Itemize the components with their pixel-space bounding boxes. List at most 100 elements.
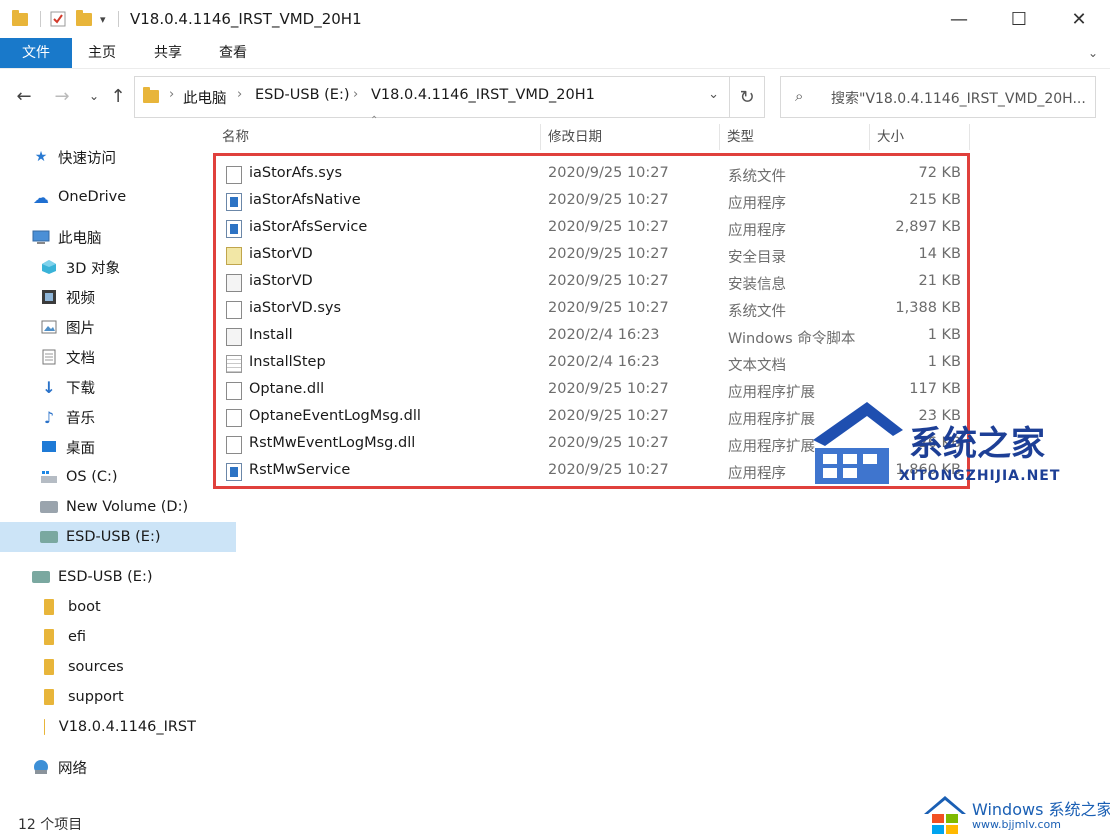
sidebar-item-this-pc[interactable]: 此电脑 [0,222,228,252]
watermark-subtitle: XITONGZHIJIA.NET [899,468,1061,484]
sidebar-item-efi[interactable]: efi [0,622,240,652]
breadcrumb-separator[interactable]: › [353,87,358,102]
tab-share[interactable]: 共享 [142,38,194,68]
forward-button[interactable]: → [50,84,74,108]
sidebar-item-label: 音乐 [66,410,95,427]
refresh-button[interactable]: ↻ [730,76,765,118]
corner-url: www.bjjmlv.com [972,818,1061,831]
sidebar-item-downloads[interactable]: ↓ 下载 [0,372,236,402]
sidebar-item-documents[interactable]: 文档 [0,342,236,372]
sidebar-item-label: ESD-USB (E:) [66,529,161,545]
column-header-name[interactable]: 名称 [222,124,249,150]
sidebar-item-network[interactable]: 网络 [0,752,228,782]
close-button[interactable]: ✕ [1048,0,1110,38]
sidebar-item-label: OS (C:) [66,469,118,485]
column-header-size[interactable]: 大小 [877,124,904,150]
title-bar: ▾ V18.0.4.1146_IRST_VMD_20H1 — ☐ ✕ [0,0,1110,38]
sidebar-item-driver-folder[interactable]: V18.0.4.1146_IRST [0,712,196,742]
sidebar-item-quick-access[interactable]: ★ 快速访问 [0,142,228,172]
minimize-button[interactable]: — [928,0,990,38]
sort-ascending-icon: ⌃ [370,115,379,126]
back-button[interactable]: ← [12,84,36,108]
breadcrumb-this-pc[interactable]: 此电脑 [183,87,227,108]
divider [40,11,41,27]
folder-icon [12,9,28,29]
search-input[interactable]: ⌕ 搜索"V18.0.4.1146_IRST_VMD_20H... [780,76,1096,118]
folder-icon [44,689,54,705]
sidebar-item-esd-usb-selected[interactable]: ESD-USB (E:) [0,522,236,552]
chevron-down-icon[interactable]: ⌄ [708,87,719,102]
sidebar-item-label: sources [68,659,124,675]
sidebar-item-label: 文档 [66,350,95,367]
folder-icon [44,629,54,645]
video-icon [40,289,58,305]
breadcrumb-current-folder[interactable]: V18.0.4.1146_IRST_VMD_20H1 [371,87,595,103]
breadcrumb-separator[interactable]: › [169,87,174,102]
column-divider[interactable] [719,124,720,150]
sidebar-item-new-volume-d[interactable]: New Volume (D:) [0,492,236,522]
sidebar-item-onedrive[interactable]: ☁ OneDrive [0,182,228,212]
sidebar-item-desktop[interactable]: 桌面 [0,432,236,462]
usb-drive-icon [32,571,50,583]
windows-house-icon [924,796,966,834]
column-divider[interactable] [540,124,541,150]
sidebar-item-label: support [68,689,124,705]
address-row: ← → ⌄ ↑ › 此电脑 › ESD-USB (E:) › V18.0.4.1… [0,72,1110,120]
sidebar-item-os-c[interactable]: OS (C:) [0,462,236,492]
sidebar-item-label: ESD-USB (E:) [58,569,153,585]
new-folder-icon[interactable] [76,9,92,29]
search-placeholder: 搜索"V18.0.4.1146_IRST_VMD_20H... [831,91,1086,107]
picture-icon [40,319,58,335]
usb-drive-icon [40,531,58,543]
sidebar-item-esd-usb[interactable]: ESD-USB (E:) [0,562,228,592]
tab-file[interactable]: 文件 [0,38,72,68]
sidebar-item-label: OneDrive [58,189,127,205]
network-icon [32,759,50,775]
tab-home[interactable]: 主页 [76,38,128,68]
star-icon: ★ [34,149,48,165]
watermark-title: 系统之家 [909,424,1045,464]
sidebar-item-boot[interactable]: boot [0,592,240,622]
sidebar-item-label: 下载 [66,380,95,397]
column-header-date[interactable]: 修改日期 [548,124,602,150]
window-title: V18.0.4.1146_IRST_VMD_20H1 [130,10,362,28]
sidebar-item-label: 图片 [66,320,95,337]
folder-icon [44,659,54,675]
sidebar-item-3d-objects[interactable]: 3D 对象 [0,252,236,282]
drive-icon [40,501,58,513]
sidebar-item-label: 视频 [66,290,95,307]
column-divider[interactable] [869,124,870,150]
sidebar-item-music[interactable]: ♪ 音乐 [0,402,236,432]
maximize-button[interactable]: ☐ [988,0,1050,38]
sidebar-item-label: New Volume (D:) [66,499,189,515]
sidebar-item-pictures[interactable]: 图片 [0,312,236,342]
sidebar-item-label: 桌面 [66,440,95,457]
folder-icon [44,719,45,735]
sidebar-item-videos[interactable]: 视频 [0,282,236,312]
chevron-down-icon[interactable]: ▾ [100,9,106,29]
up-button[interactable]: ↑ [106,84,130,108]
breadcrumb-esd-usb[interactable]: ESD-USB (E:) [255,87,350,103]
properties-icon[interactable] [50,9,66,29]
search-icon: ⌕ [795,87,804,105]
cube-icon [40,259,58,275]
sidebar-item-sources[interactable]: sources [0,652,240,682]
breadcrumb-separator[interactable]: › [237,87,242,102]
document-icon [40,349,58,365]
address-bar[interactable]: › 此电脑 › ESD-USB (E:) › V18.0.4.1146_IRST… [134,76,730,118]
sidebar-item-label: 快速访问 [58,150,116,167]
sidebar-item-label: boot [68,599,101,615]
tab-view[interactable]: 查看 [207,38,259,68]
download-icon: ↓ [42,377,56,397]
sidebar-item-label: 3D 对象 [66,260,120,277]
column-divider[interactable] [969,124,970,150]
music-icon: ♪ [43,407,55,427]
column-header-type[interactable]: 类型 [727,124,754,150]
recent-locations-icon[interactable]: ⌄ [82,84,106,108]
windows-drive-icon [40,469,58,485]
expand-ribbon-icon[interactable]: ⌄ [1088,46,1098,60]
folder-icon [44,599,54,615]
sidebar-item-support[interactable]: support [0,682,240,712]
cloud-icon: ☁ [33,187,49,207]
house-logo-icon [813,402,903,484]
